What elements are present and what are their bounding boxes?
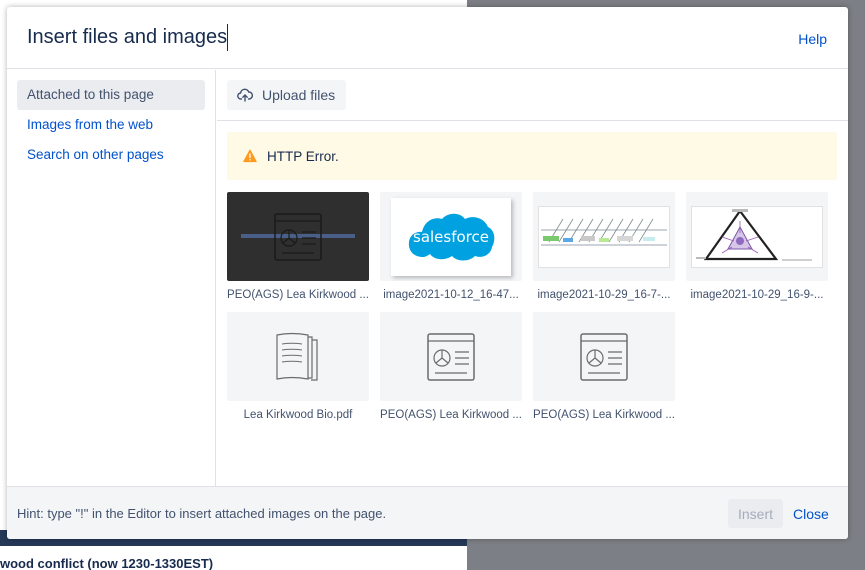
file-caption[interactable]: PEO(AGS) Lea Kirkwood ...: [380, 409, 522, 421]
salesforce-logo: salesforce: [391, 197, 511, 276]
error-message: HTTP Error.: [267, 148, 339, 164]
error-banner: HTTP Error.: [227, 132, 837, 180]
image-placeholder-icon: [427, 332, 475, 381]
upload-files-label: Upload files: [262, 87, 336, 103]
sidebar-item-attached[interactable]: Attached to this page: [17, 80, 205, 110]
file-tile[interactable]: PEO(AGS) Lea Kirkwood ...: [380, 312, 522, 421]
timeline-screenshot: [538, 205, 670, 268]
text-cursor: [227, 24, 228, 51]
sidebar: Attached to this page Images from the we…: [7, 70, 216, 486]
file-tile[interactable]: PEO(AGS) Lea Kirkwood ...: [227, 192, 369, 301]
insert-files-dialog: Insert files and images Help Attached to…: [7, 7, 848, 539]
document-icon: [276, 332, 318, 381]
file-thumbnail[interactable]: [380, 312, 522, 401]
file-tile[interactable]: Lea Kirkwood Bio.pdf: [227, 312, 369, 421]
main-panel: Upload files HTTP Error. PEO(AGS) Lea Ki…: [217, 70, 848, 486]
file-tile[interactable]: salesforce image2021-10-12_16-47...: [380, 192, 522, 301]
triangle-diagram: [691, 205, 823, 268]
salesforce-logo-text: salesforce: [413, 228, 489, 246]
file-caption[interactable]: PEO(AGS) Lea Kirkwood ...: [227, 289, 369, 301]
image-placeholder-icon: [580, 332, 628, 381]
file-thumbnail[interactable]: [533, 192, 675, 281]
toolbar: Upload files: [217, 70, 848, 121]
background-text: wood conflict (now 1230-1330EST): [0, 556, 214, 570]
upload-files-button[interactable]: Upload files: [227, 80, 347, 110]
hint-text: Hint: type "!" in the Editor to insert a…: [17, 506, 387, 521]
cloud-upload-icon: [237, 88, 253, 102]
sidebar-item-web-images[interactable]: Images from the web: [17, 110, 205, 140]
warning-icon: [243, 149, 257, 163]
file-thumbnail[interactable]: [686, 192, 828, 281]
file-caption[interactable]: Lea Kirkwood Bio.pdf: [227, 409, 369, 421]
help-link[interactable]: Help: [798, 31, 827, 47]
insert-button[interactable]: Insert: [728, 499, 783, 528]
file-tile[interactable]: image2021-10-29_16-7-...: [533, 192, 675, 301]
file-thumbnail[interactable]: [227, 312, 369, 401]
close-button[interactable]: Close: [793, 506, 829, 522]
sidebar-item-search-pages[interactable]: Search on other pages: [17, 140, 205, 170]
file-caption[interactable]: image2021-10-29_16-7-...: [533, 289, 675, 301]
file-caption[interactable]: image2021-10-29_16-9-...: [686, 289, 828, 301]
file-thumbnail[interactable]: [533, 312, 675, 401]
file-caption[interactable]: image2021-10-12_16-47...: [380, 289, 522, 301]
image-placeholder-icon: [274, 212, 322, 261]
file-tile[interactable]: image2021-10-29_16-9-...: [686, 192, 828, 301]
file-thumbnail[interactable]: salesforce: [380, 192, 522, 281]
dialog-footer: Hint: type "!" in the Editor to insert a…: [7, 486, 848, 539]
file-caption[interactable]: PEO(AGS) Lea Kirkwood ...: [533, 409, 675, 421]
dialog-title: Insert files and images: [27, 26, 228, 48]
file-tile[interactable]: PEO(AGS) Lea Kirkwood ...: [533, 312, 675, 421]
dialog-header: Insert files and images Help: [7, 7, 848, 69]
file-thumbnail[interactable]: [227, 192, 369, 281]
